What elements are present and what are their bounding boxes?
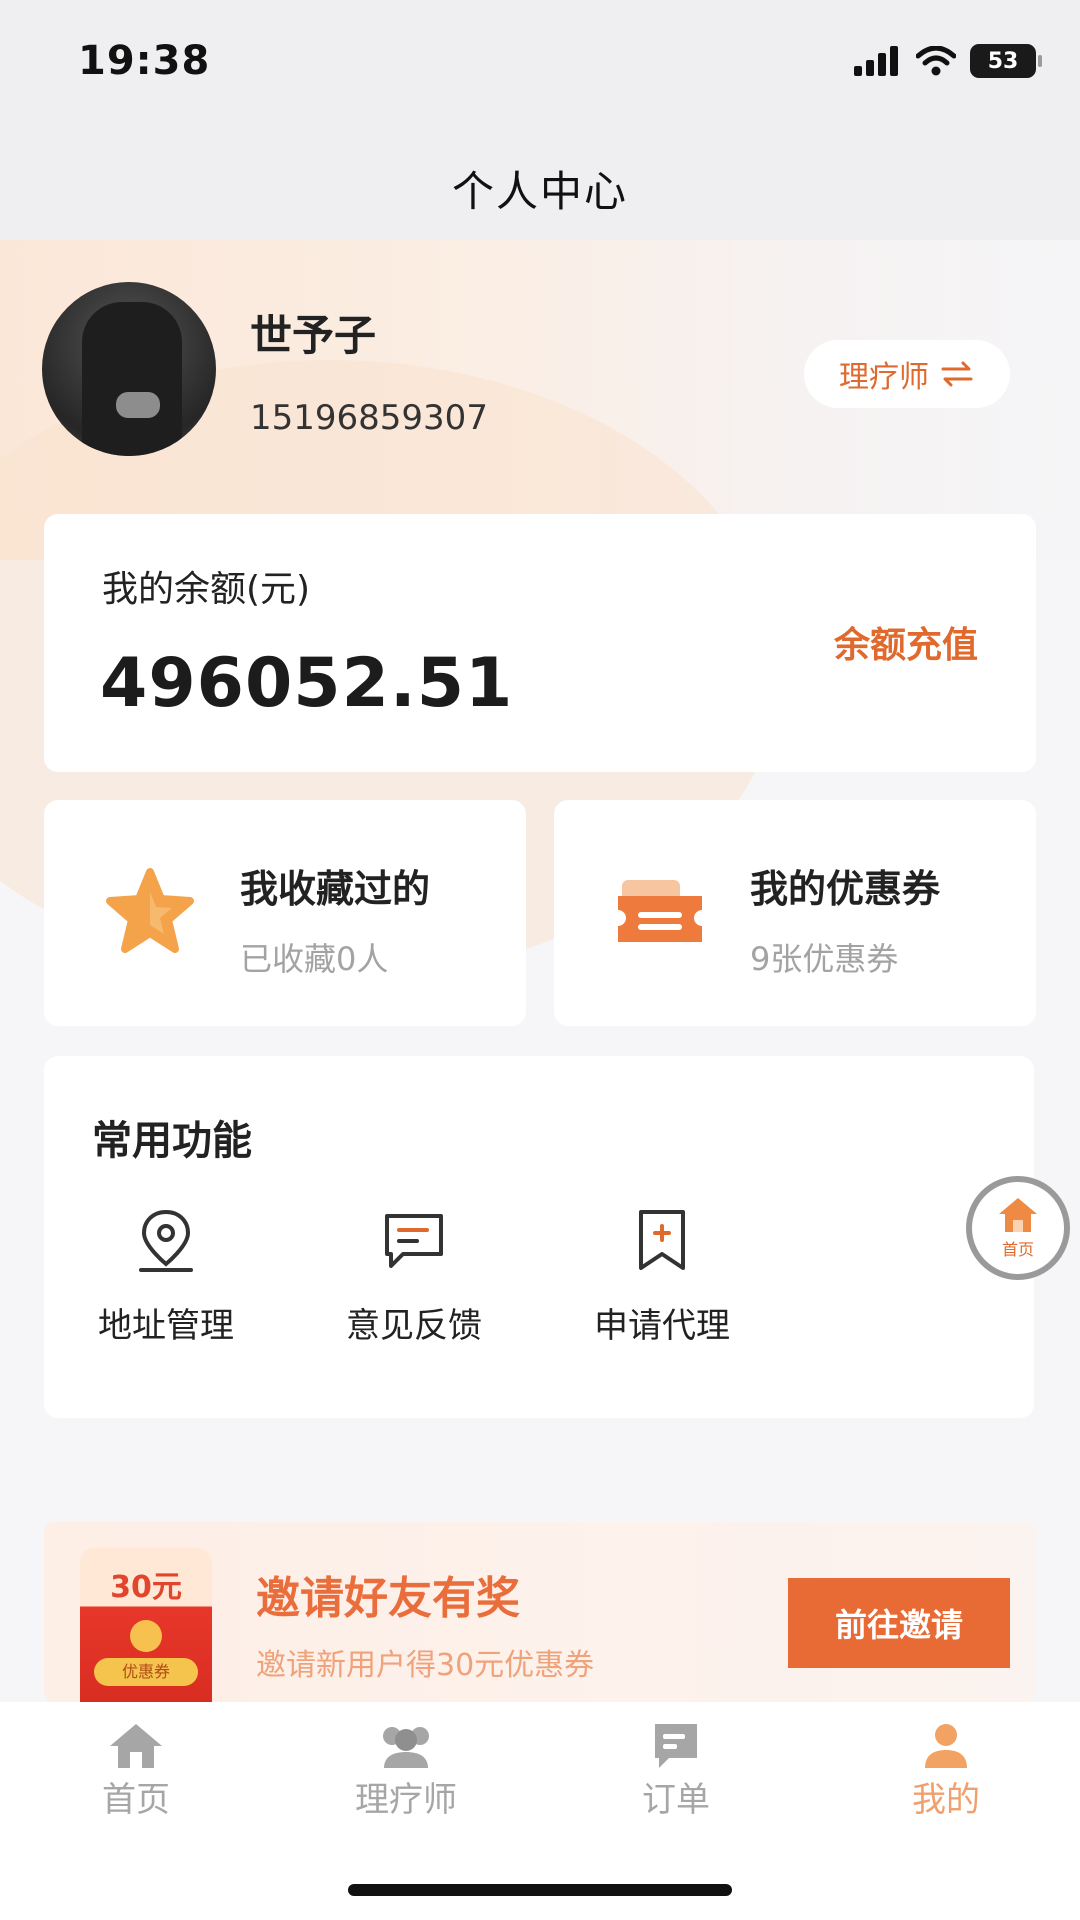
recharge-button[interactable]: 余额充值 xyxy=(834,616,978,668)
order-icon xyxy=(655,1724,697,1768)
floating-home-button[interactable]: 首页 xyxy=(966,1176,1070,1280)
tab-therapists-label: 理疗师 xyxy=(355,1780,457,1820)
status-icons: 53 xyxy=(854,44,1042,78)
tab-therapists[interactable]: 理疗师 xyxy=(326,1722,486,1842)
role-label: 理疗师 xyxy=(839,360,929,395)
apply-agent-item[interactable]: 申请代理 xyxy=(562,1206,762,1376)
floating-home-label: 首页 xyxy=(1001,1240,1034,1259)
status-time: 19:38 xyxy=(78,38,211,84)
user-name: 世予子 xyxy=(250,311,377,360)
location-pin-icon xyxy=(139,1209,193,1272)
screen: 19:38 53 个人中心 世予子 15196859307 理疗师 我的余额(元… xyxy=(0,0,1080,1920)
common-functions-card: 常用功能 地址管理 意见反馈 申请代理 xyxy=(44,1056,1034,1418)
avatar-hands xyxy=(116,392,160,418)
balance-value: 496052.51 xyxy=(100,644,514,723)
go-invite-button[interactable]: 前往邀请 xyxy=(788,1578,1010,1668)
address-management-item[interactable]: 地址管理 xyxy=(66,1206,266,1376)
home-icon xyxy=(110,1724,162,1768)
home-indicator[interactable] xyxy=(348,1884,732,1896)
common-functions-title: 常用功能 xyxy=(92,1118,252,1164)
avatar-figure xyxy=(82,302,182,456)
avatar[interactable] xyxy=(42,282,216,456)
invite-subtitle: 邀请新用户得30元优惠券 xyxy=(256,1648,595,1683)
tab-home-label: 首页 xyxy=(102,1780,170,1820)
tab-mine[interactable]: 我的 xyxy=(866,1722,1026,1842)
favorites-count: 已收藏0人 xyxy=(240,940,389,978)
message-icon xyxy=(385,1214,443,1268)
swap-icon xyxy=(941,361,973,387)
balance-label: 我的余额(元) xyxy=(102,569,311,610)
page-title: 个人中心 xyxy=(451,167,628,216)
wifi-icon xyxy=(916,46,956,76)
coupons-title: 我的优惠券 xyxy=(750,867,941,911)
invite-banner: 30元 优惠券 邀请好友有奖 邀请新用户得30元优惠券 前往邀请 xyxy=(44,1522,1036,1702)
nav-bar: 个人中心 xyxy=(0,130,1080,240)
favorites-title: 我收藏过的 xyxy=(240,867,431,911)
tab-mine-label: 我的 xyxy=(912,1780,980,1820)
balance-card: 我的余额(元) 496052.51 余额充值 xyxy=(44,514,1036,772)
battery-icon: 53 xyxy=(970,44,1042,78)
people-icon xyxy=(383,1727,429,1768)
coupons-card[interactable]: 我的优惠券 9张优惠券 xyxy=(554,800,1036,1026)
ticket-icon xyxy=(618,880,702,942)
coin-icon xyxy=(130,1620,162,1652)
tab-home[interactable]: 首页 xyxy=(56,1722,216,1842)
address-management-label: 地址管理 xyxy=(98,1306,234,1346)
red-packet-illustration: 30元 优惠券 xyxy=(80,1548,212,1702)
tab-orders-label: 订单 xyxy=(642,1780,710,1820)
apply-agent-label: 申请代理 xyxy=(594,1306,730,1346)
status-bar: 19:38 53 xyxy=(0,0,1080,130)
home-icon xyxy=(999,1198,1037,1232)
red-packet-tag: 优惠券 xyxy=(94,1658,198,1686)
red-packet-amount: 30元 xyxy=(110,1570,182,1605)
switch-role-button[interactable]: 理疗师 xyxy=(804,340,1010,408)
cellular-signal-icon xyxy=(854,46,898,76)
coupons-count: 9张优惠券 xyxy=(750,940,899,978)
user-icon xyxy=(925,1724,967,1768)
invite-title: 邀请好友有奖 xyxy=(256,1573,520,1624)
bookmark-add-icon xyxy=(639,1210,685,1270)
tab-orders[interactable]: 订单 xyxy=(596,1722,756,1842)
favorites-card[interactable]: 我收藏过的 已收藏0人 xyxy=(44,800,526,1026)
battery-level: 53 xyxy=(987,48,1019,74)
feedback-item[interactable]: 意见反馈 xyxy=(314,1206,514,1376)
user-phone: 15196859307 xyxy=(250,398,488,438)
star-icon xyxy=(106,868,194,953)
feedback-label: 意见反馈 xyxy=(346,1306,482,1346)
